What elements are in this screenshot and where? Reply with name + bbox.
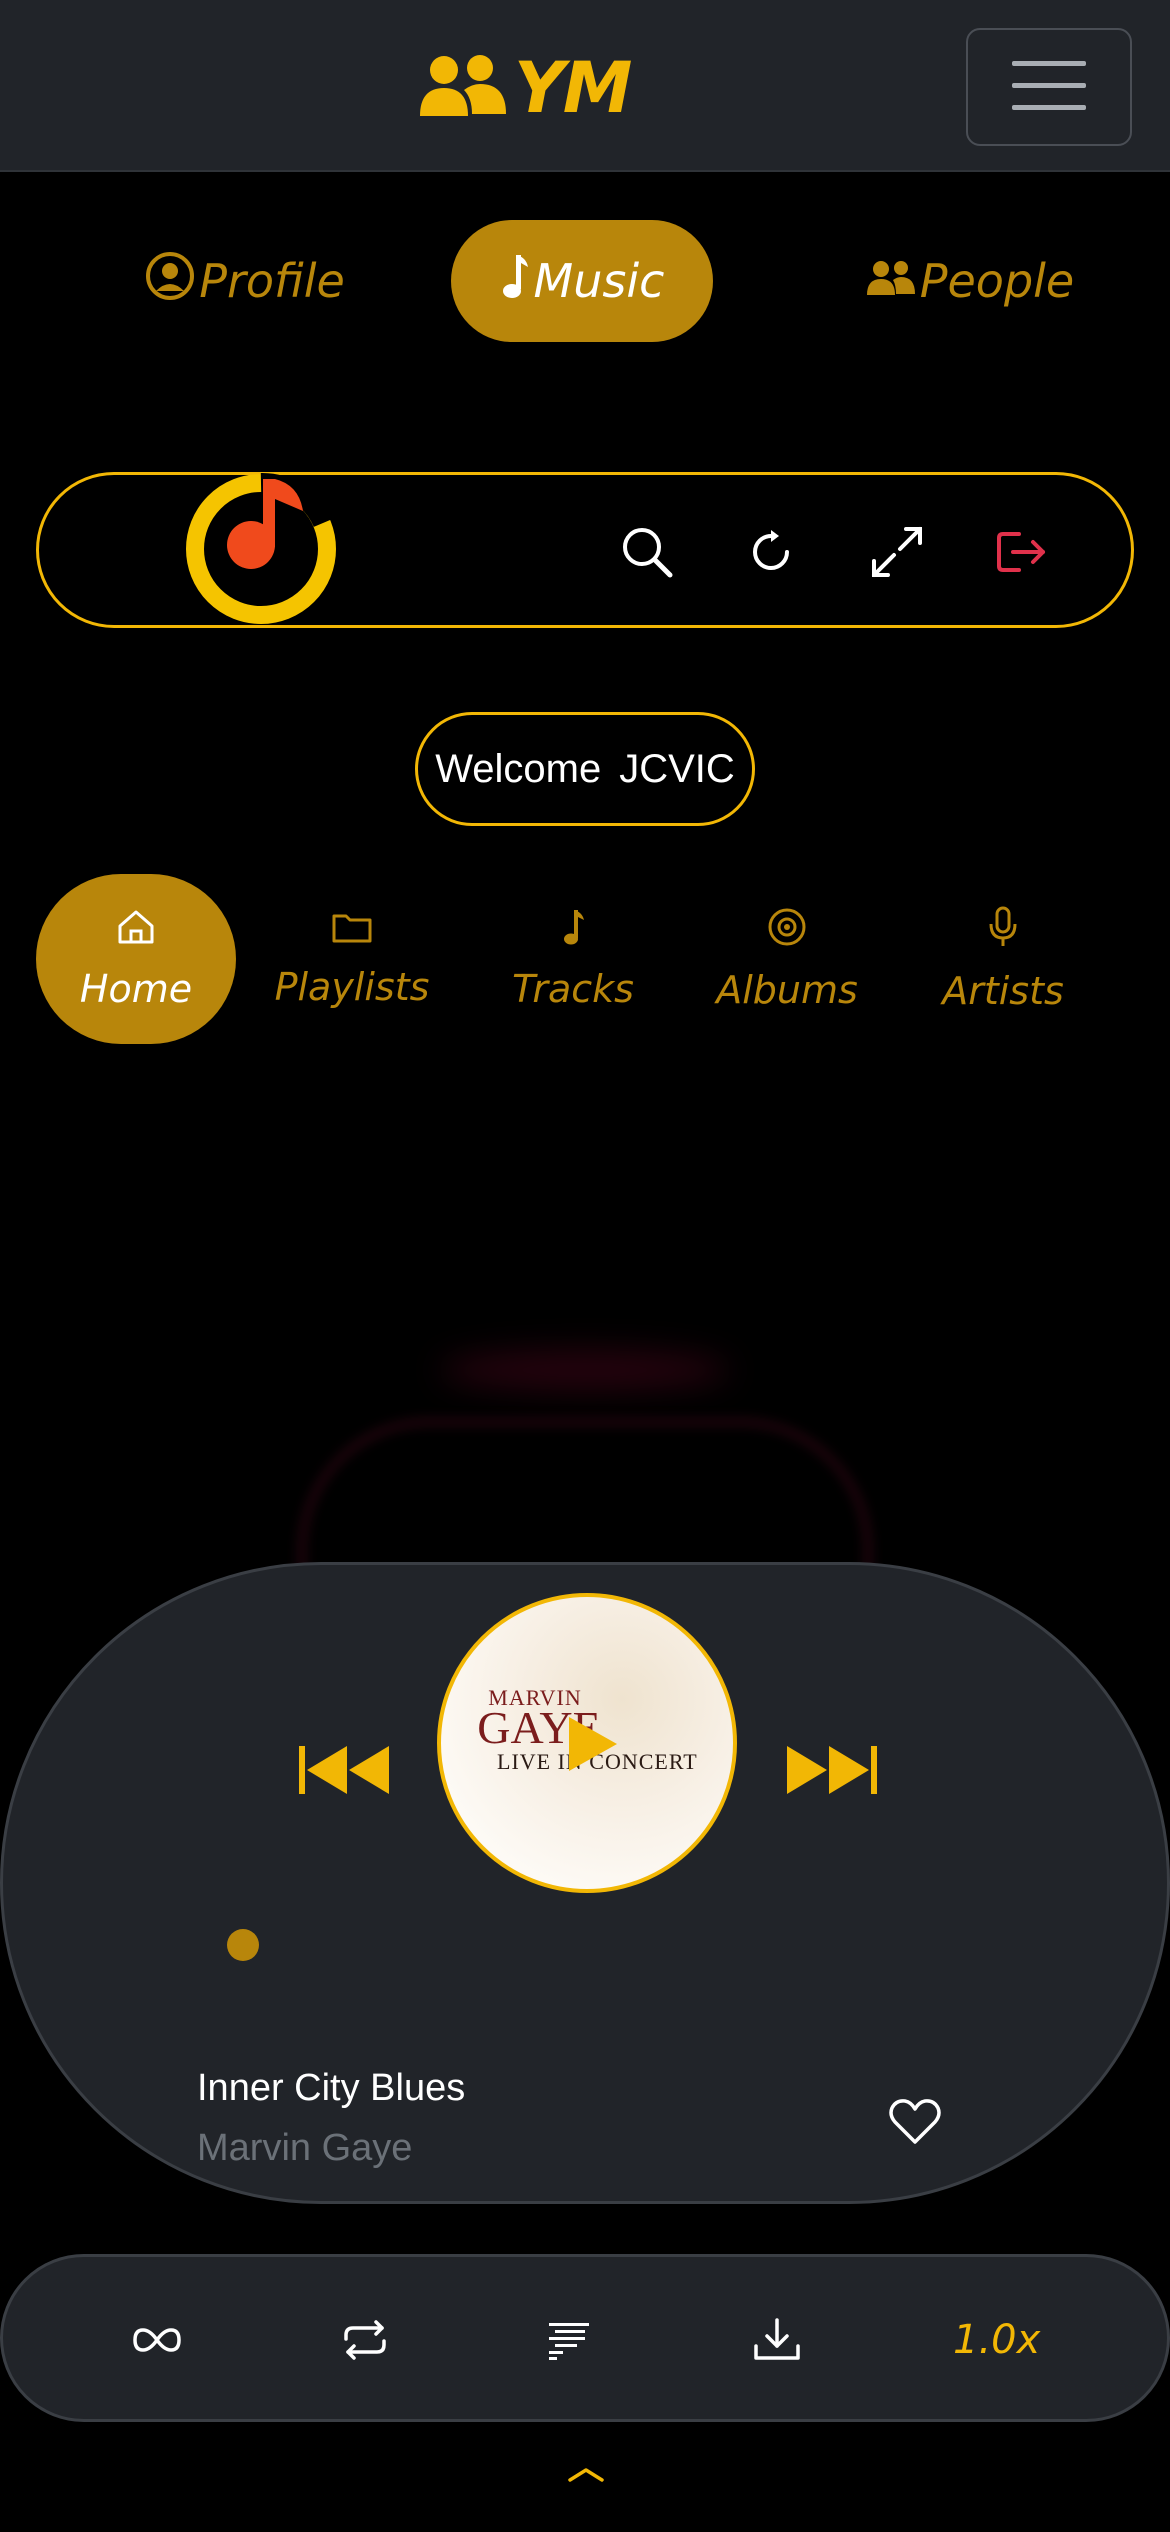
main-nav: Profile Music People xyxy=(0,220,1170,342)
nav-people-label: People xyxy=(919,254,1075,308)
skip-forward-icon xyxy=(783,1742,879,1801)
expand-player-button[interactable] xyxy=(566,2460,606,2490)
music-note-icon xyxy=(500,253,530,310)
queue-button[interactable] xyxy=(539,2311,599,2371)
user-circle-icon xyxy=(145,251,195,312)
library-nav: Home Playlists Tracks Albums Artists xyxy=(0,874,1170,1044)
heart-icon xyxy=(889,2098,941,2149)
tab-artists[interactable]: Artists xyxy=(930,874,1076,1044)
album-art[interactable]: MARVIN GAYE LIVE IN CONCERT xyxy=(437,1593,737,1893)
progress-thumb[interactable] xyxy=(227,1929,259,1961)
ambient-glow xyxy=(440,1350,730,1390)
expand-icon xyxy=(870,525,924,582)
download-icon xyxy=(753,2317,801,2365)
welcome-badge: Welcome JCVIC xyxy=(415,712,755,826)
tab-home-label: Home xyxy=(79,966,193,1011)
logout-button[interactable] xyxy=(985,515,1061,591)
tab-playlists[interactable]: Playlists xyxy=(262,874,442,1044)
tab-playlists-label: Playlists xyxy=(274,965,430,1009)
home-icon xyxy=(116,908,156,955)
search-button[interactable] xyxy=(609,515,685,591)
queue-icon xyxy=(547,2319,591,2364)
ym-music-logo[interactable] xyxy=(183,471,339,627)
refresh-button[interactable] xyxy=(733,515,809,591)
brand-text: YM xyxy=(514,47,632,129)
now-playing-card: MARVIN GAYE LIVE IN CONCERT Inner City B… xyxy=(0,1562,1170,2204)
previous-button[interactable] xyxy=(295,1741,395,1801)
tab-home[interactable]: Home xyxy=(36,874,236,1044)
tab-tracks-label: Tracks xyxy=(512,966,634,1011)
logout-icon xyxy=(997,530,1049,577)
like-button[interactable] xyxy=(887,2095,943,2151)
playback-speed-button[interactable]: 1.0x xyxy=(953,2307,1040,2373)
nav-people[interactable]: People xyxy=(866,220,1074,342)
infinite-icon xyxy=(132,2327,182,2356)
fullscreen-button[interactable] xyxy=(859,515,935,591)
tab-tracks[interactable]: Tracks xyxy=(500,874,646,1044)
download-button[interactable] xyxy=(747,2311,807,2371)
folder-icon xyxy=(331,909,373,953)
people-icon xyxy=(418,54,510,123)
hamburger-icon xyxy=(1012,57,1086,118)
track-title: Inner City Blues xyxy=(197,2067,466,2109)
autoplay-button[interactable] xyxy=(127,2311,187,2371)
tab-albums-label: Albums xyxy=(716,967,858,1012)
nav-profile[interactable]: Profile xyxy=(100,220,390,342)
nav-music-label: Music xyxy=(533,254,665,308)
people-icon xyxy=(866,254,916,308)
play-icon xyxy=(563,1715,619,1776)
repeat-icon xyxy=(340,2319,390,2364)
chevron-up-icon xyxy=(567,2465,605,2486)
next-button[interactable] xyxy=(781,1741,881,1801)
tab-artists-label: Artists xyxy=(942,968,1064,1013)
refresh-icon xyxy=(749,529,793,577)
playback-options-bar: 1.0x xyxy=(0,2254,1170,2422)
nav-profile-label: Profile xyxy=(199,254,345,308)
menu-button[interactable] xyxy=(966,28,1132,146)
welcome-greeting: Welcome xyxy=(435,746,602,791)
repeat-button[interactable] xyxy=(335,2311,395,2371)
music-note-icon xyxy=(560,908,586,955)
brand-logo[interactable]: YM xyxy=(418,47,632,129)
skip-back-icon xyxy=(297,1742,393,1801)
microphone-icon xyxy=(987,906,1019,957)
track-artist[interactable]: Marvin Gaye xyxy=(197,2127,412,2170)
play-button[interactable] xyxy=(561,1715,621,1775)
disc-icon xyxy=(767,907,807,956)
welcome-username: JCVIC xyxy=(619,746,735,791)
search-icon xyxy=(620,525,674,582)
tab-albums[interactable]: Albums xyxy=(712,874,862,1044)
nav-music[interactable]: Music xyxy=(451,220,713,342)
top-bar: YM xyxy=(0,0,1170,172)
app-toolbar xyxy=(36,472,1134,628)
